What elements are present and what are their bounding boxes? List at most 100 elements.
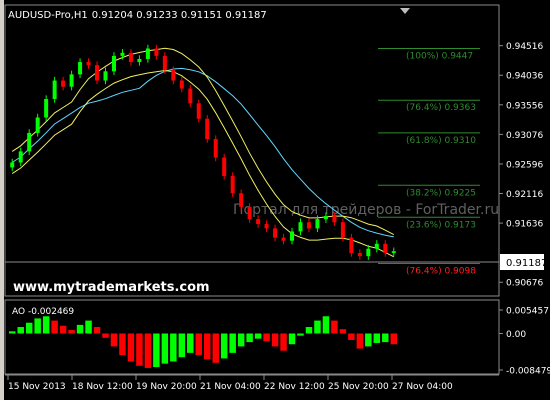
time-tick-label: 22 Nov 12:00 bbox=[264, 382, 325, 392]
ao-bar bbox=[271, 333, 279, 347]
current-price-label: 0.91187 bbox=[506, 258, 547, 269]
bear-candle[interactable] bbox=[86, 62, 91, 66]
bear-candle[interactable] bbox=[128, 52, 133, 63]
chart-canvas[interactable]: 0.94516 0.94036 0.93556 0.93076 0.92596 0.921… bbox=[0, 0, 550, 400]
bear-candle[interactable] bbox=[196, 103, 201, 119]
time-tick-label: 19 Nov 20:00 bbox=[136, 382, 197, 392]
ao-bar bbox=[297, 333, 304, 336]
bear-candle[interactable] bbox=[340, 222, 345, 238]
ao-tick-label: 0.00 bbox=[506, 330, 526, 340]
ao-bar bbox=[331, 320, 338, 334]
bull-candle[interactable] bbox=[52, 80, 57, 100]
bear-candle[interactable] bbox=[273, 228, 278, 238]
bull-candle[interactable] bbox=[315, 219, 320, 229]
bull-candle[interactable] bbox=[103, 71, 108, 81]
price-tick-label: 0.92596 bbox=[506, 160, 543, 170]
bear-candle[interactable] bbox=[222, 157, 227, 177]
ao-bar bbox=[280, 333, 287, 351]
ao-bar bbox=[322, 316, 330, 334]
ao-tick-label: 0.005457 bbox=[506, 307, 549, 317]
fib-level-label: (61.8%) 0.9310 bbox=[406, 136, 476, 146]
bear-candle[interactable] bbox=[332, 216, 337, 223]
bull-candle[interactable] bbox=[366, 248, 371, 257]
ao-bar bbox=[254, 333, 262, 339]
price-tick-label: 0.94036 bbox=[506, 72, 543, 82]
ao-bar bbox=[127, 333, 135, 362]
ao-bar bbox=[237, 333, 245, 347]
bear-candle[interactable] bbox=[95, 65, 100, 81]
bull-candle[interactable] bbox=[374, 243, 379, 249]
ao-bar bbox=[348, 333, 355, 340]
bull-candle[interactable] bbox=[44, 99, 49, 118]
bear-candle[interactable] bbox=[205, 118, 210, 140]
price-tick-label: 0.94516 bbox=[506, 42, 543, 52]
price-tick-label: 0.91636 bbox=[506, 220, 543, 230]
bear-candle[interactable] bbox=[281, 237, 286, 241]
ao-bar bbox=[34, 318, 41, 334]
ao-bar bbox=[119, 333, 126, 356]
time-tick-label: 21 Nov 04:00 bbox=[200, 382, 261, 392]
bear-candle[interactable] bbox=[154, 48, 159, 56]
ao-bar bbox=[187, 333, 194, 353]
ao-bar bbox=[110, 333, 118, 347]
time-tick-label: 27 Nov 04:00 bbox=[392, 382, 453, 392]
bull-candle[interactable] bbox=[18, 151, 23, 163]
bear-candle[interactable] bbox=[383, 243, 388, 254]
ao-bar bbox=[365, 333, 372, 347]
ao-label: AO -0.002469 bbox=[12, 307, 74, 317]
bear-candle[interactable] bbox=[357, 253, 362, 257]
fib-level-label: (76.4%) 0.9098 bbox=[406, 267, 476, 277]
bull-candle[interactable] bbox=[27, 132, 32, 152]
time-tick-label: 15 Nov 2013 bbox=[8, 382, 66, 392]
bear-candle[interactable] bbox=[247, 206, 252, 220]
bull-candle[interactable] bbox=[120, 52, 125, 56]
bear-candle[interactable] bbox=[61, 80, 66, 87]
ao-bar bbox=[25, 322, 33, 334]
ao-bar bbox=[229, 333, 236, 353]
bull-candle[interactable] bbox=[69, 74, 74, 87]
bull-candle[interactable] bbox=[145, 48, 150, 59]
ao-bar bbox=[212, 333, 219, 363]
bear-candle[interactable] bbox=[239, 193, 244, 207]
bull-candle[interactable] bbox=[290, 231, 295, 241]
bear-candle[interactable] bbox=[306, 222, 311, 229]
ao-tick-label: -0.008479 bbox=[506, 367, 550, 377]
ao-bar bbox=[51, 320, 58, 334]
bear-candle[interactable] bbox=[162, 55, 167, 71]
ao-bar bbox=[246, 333, 253, 343]
bull-candle[interactable] bbox=[137, 58, 142, 63]
price-tick-label: 0.90676 bbox=[506, 279, 543, 289]
ao-bar bbox=[9, 331, 16, 334]
bull-candle[interactable] bbox=[323, 216, 328, 220]
bull-candle[interactable] bbox=[10, 162, 15, 168]
ao-bar bbox=[178, 333, 186, 358]
bear-candle[interactable] bbox=[230, 176, 235, 194]
ao-bar bbox=[339, 329, 347, 334]
ao-bar bbox=[42, 316, 50, 334]
bull-candle[interactable] bbox=[391, 251, 396, 254]
bear-candle[interactable] bbox=[349, 237, 354, 254]
ao-bar bbox=[59, 325, 67, 334]
ao-bar bbox=[17, 327, 24, 334]
price-tick-label: 0.93556 bbox=[506, 101, 543, 111]
ao-bar bbox=[390, 333, 397, 345]
bull-candle[interactable] bbox=[35, 117, 40, 133]
ao-bar bbox=[85, 320, 92, 334]
time-tick-label: 18 Nov 12:00 bbox=[72, 382, 133, 392]
ao-bar bbox=[93, 327, 101, 334]
time-tick-label: 25 Nov 20:00 bbox=[328, 382, 389, 392]
bull-candle[interactable] bbox=[78, 62, 83, 75]
fib-level-label: (76.4%) 0.9363 bbox=[406, 103, 476, 113]
bear-candle[interactable] bbox=[171, 70, 176, 81]
bull-candle[interactable] bbox=[298, 222, 303, 232]
bear-candle[interactable] bbox=[213, 139, 218, 158]
watermark: Портал для трейдеров - ForTrader.ru bbox=[233, 202, 499, 218]
symbol-title: AUDUSD-Pro,H1 0.91204 0.91233 0.91151 0.9… bbox=[8, 10, 267, 21]
bear-candle[interactable] bbox=[179, 80, 184, 89]
bear-candle[interactable] bbox=[256, 219, 261, 225]
ao-bar bbox=[195, 333, 202, 356]
bear-candle[interactable] bbox=[264, 224, 269, 229]
chart-shift-marker-icon[interactable] bbox=[400, 8, 410, 14]
bear-candle[interactable] bbox=[188, 88, 193, 104]
bull-candle[interactable] bbox=[111, 55, 116, 72]
